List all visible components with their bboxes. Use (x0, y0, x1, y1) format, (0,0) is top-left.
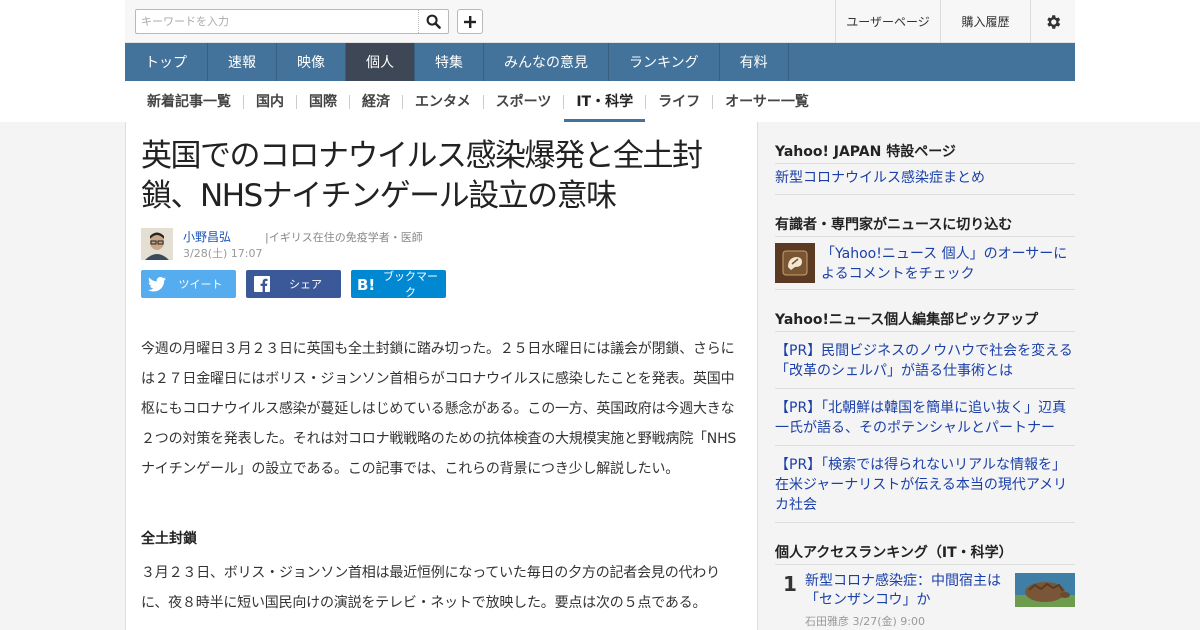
pickup-heading: Yahoo!ニュース個人編集部ピックアップ (775, 312, 1039, 328)
gear-icon (1047, 14, 1061, 29)
add-button[interactable] (457, 9, 483, 34)
ranking-link[interactable]: 新型コロナ感染症：中間宿主は「センザンコウ」か (805, 572, 1005, 610)
post-date: 3/28(土) 17:07 (183, 247, 263, 260)
experts-heading: 有識者・専門家がニュースに切り込む (775, 217, 1013, 233)
article-paragraph: ３月２３日、ボリス・ジョンソン首相は最近恒例になっていた毎日の夕方の記者会見の代… (141, 565, 720, 611)
search-box (135, 9, 449, 34)
search-button[interactable] (418, 10, 448, 33)
facebook-share-label: シェア (289, 278, 322, 291)
svg-text:B!: B! (357, 276, 375, 292)
nav-item[interactable]: みんなの意見 (484, 43, 609, 81)
experts-link[interactable]: 「Yahoo!ニュース 個人」のオーサーによるコメントをチェック (821, 244, 1075, 284)
special-page-heading: Yahoo! JAPAN 特設ページ (775, 144, 956, 160)
facebook-icon (248, 276, 276, 292)
divider (775, 445, 1075, 446)
author-avatar[interactable] (141, 228, 173, 260)
ranking-number: 1 (783, 572, 797, 596)
tweet-label: ツイート (178, 278, 223, 291)
category-nav-item[interactable]: 国際 (297, 94, 350, 109)
divider (775, 564, 1075, 565)
nav-item[interactable]: 有料 (720, 43, 789, 81)
special-page-link[interactable]: 新型コロナウイルス感染症まとめ (775, 168, 1075, 188)
nav-item[interactable]: 個人 (346, 43, 415, 81)
header-links: ユーザーページ 購入履歴 (835, 0, 1075, 43)
divider (775, 522, 1075, 523)
category-nav-item[interactable]: IT・科学 (564, 94, 647, 122)
pickup-link[interactable]: 【PR】「北朝鮮は韓国を簡単に追い抜く」辺真一氏が語る、そのポテンシャルとパート… (775, 398, 1075, 438)
nav-item[interactable]: 速報 (208, 43, 277, 81)
facebook-share-button[interactable]: シェア (246, 270, 341, 298)
article-title: 英国でのコロナウイルス感染爆発と全土封鎖、NHSナイチンゲール設立の意味 (141, 138, 703, 214)
plus-icon (464, 15, 476, 28)
nav-item[interactable]: 映像 (277, 43, 346, 81)
article-paragraph: 今週の月曜日３月２３日に英国も全土封鎖に踏み切った。２５日水曜日には議会が閉鎖、… (141, 341, 737, 477)
divider (775, 388, 1075, 389)
category-nav-item[interactable]: オーサー一覧 (713, 95, 821, 109)
bookmark-button[interactable]: B! ブックマーク (351, 270, 446, 299)
author-desc-text: イギリス在住の免疫学者・医師 (268, 231, 423, 244)
divider (775, 289, 1075, 290)
category-nav-item[interactable]: スポーツ (484, 94, 565, 109)
divider (775, 331, 1075, 332)
ranking-meta: 石田雅彦 3/27(金) 9:00 (805, 615, 925, 628)
ranking-heading: 個人アクセスランキング（IT・科学） (775, 545, 1013, 561)
hatena-bookmark-icon: B! (353, 276, 381, 292)
category-nav-item[interactable]: ライフ (646, 94, 714, 109)
article: 英国でのコロナウイルス感染爆発と全土封鎖、NHSナイチンゲール設立の意味 小野昌… (125, 122, 758, 630)
divider (775, 236, 1075, 237)
ranking-thumbnail[interactable] (1015, 573, 1075, 607)
search-input[interactable] (136, 10, 418, 33)
purchase-history-link[interactable]: 購入履歴 (940, 0, 1030, 43)
category-nav-item[interactable]: 国内 (244, 94, 297, 109)
search-icon (426, 14, 441, 29)
twitter-icon (143, 276, 171, 292)
category-nav-item[interactable]: 新着記事一覧 (135, 94, 244, 109)
category-nav-item[interactable]: 経済 (350, 94, 403, 109)
comment-pen-icon (782, 250, 808, 276)
global-nav: トップ 速報 映像 個人 特集 みんなの意見 ランキング 有料 (125, 43, 1075, 81)
divider (775, 163, 1075, 164)
user-page-link[interactable]: ユーザーページ (835, 0, 940, 43)
author-description: |イギリス在住の免疫学者・医師 (265, 231, 423, 244)
site-header: ユーザーページ 購入履歴 (125, 0, 1075, 43)
pickup-link[interactable]: 【PR】民間ビジネスのノウハウで社会を変える 「改革のシェルパ」が語る仕事術とは (775, 341, 1087, 381)
bookmark-label: ブックマーク (383, 270, 438, 299)
author-photo (141, 228, 173, 260)
nav-item[interactable]: トップ (125, 43, 208, 81)
section-heading: 全土封鎖 (141, 531, 197, 547)
category-nav-item[interactable]: エンタメ (403, 94, 484, 109)
category-nav: 新着記事一覧 国内 国際 経済 エンタメ スポーツ IT・科学 ライフ オーサー一覧 (135, 81, 821, 122)
divider (775, 194, 1075, 195)
pickup-link[interactable]: 【PR】「検索では得られないリアルな情報を」在米ジャーナリストが伝える本当の現代… (775, 455, 1075, 515)
author-name-link[interactable]: 小野昌弘 (183, 228, 231, 245)
experts-thumbnail[interactable] (775, 243, 815, 283)
nav-item[interactable]: ランキング (609, 43, 720, 81)
tweet-button[interactable]: ツイート (141, 270, 236, 298)
settings-button[interactable] (1030, 0, 1075, 43)
pangolin-photo (1015, 573, 1075, 607)
nav-item[interactable]: 特集 (415, 43, 484, 81)
